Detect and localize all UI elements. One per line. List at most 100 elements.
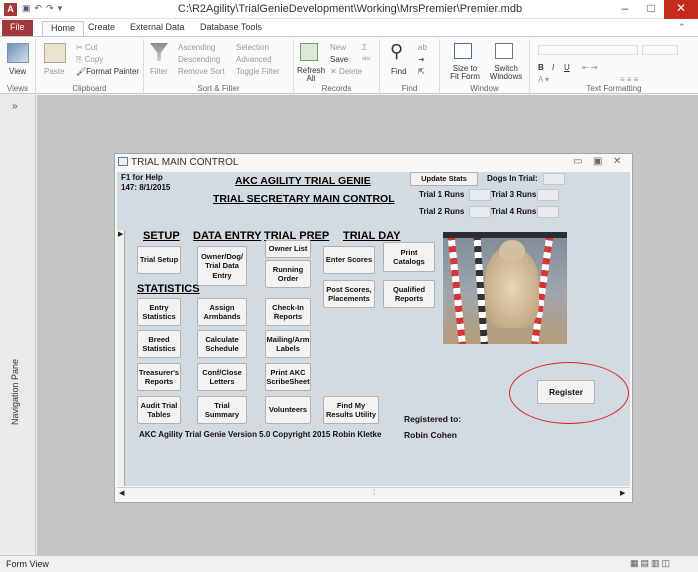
binoculars-icon[interactable]: ⚲ — [390, 41, 403, 62]
owner-dog-data-entry-button[interactable]: Owner/Dog/ Trial Data Entry — [197, 246, 247, 286]
volunteers-button[interactable]: Volunteers — [265, 396, 311, 424]
weave-pole-1 — [446, 232, 467, 344]
spelling-icon[interactable]: ᵃᵇᶜ — [362, 55, 371, 64]
replace-icon[interactable]: ab — [418, 43, 427, 52]
refresh-all-button[interactable]: Refresh All — [297, 67, 325, 83]
status-bar: Form View ▦▤▥◫ — [0, 555, 698, 572]
remove-sort-button[interactable]: Remove Sort — [178, 67, 225, 76]
indent-icon[interactable]: ⇤ ⇥ — [582, 63, 598, 72]
access-app-icon[interactable]: A — [4, 3, 17, 16]
cut-button[interactable]: ✂ Cut — [76, 43, 97, 52]
font-size-select[interactable] — [642, 45, 678, 55]
align-icons[interactable]: ≡ ≡ ≡ — [620, 75, 638, 84]
close-button[interactable]: ✕ — [664, 0, 698, 19]
selection-button[interactable]: Selection — [236, 43, 269, 52]
record-selector[interactable]: ▶ — [117, 230, 125, 486]
tab-file[interactable]: File — [2, 20, 33, 36]
switch-windows-button[interactable]: Switch Windows — [486, 65, 526, 81]
conf-close-letters-button[interactable]: Conf/Close Letters — [197, 363, 247, 391]
filter-button[interactable]: Filter — [150, 67, 168, 76]
print-catalogs-button[interactable]: Print Catalogs — [383, 242, 435, 272]
view-button[interactable]: View — [9, 67, 26, 76]
breed-statistics-button[interactable]: Breed Statistics — [137, 330, 181, 358]
collapse-ribbon-icon[interactable]: ⌃ — [678, 22, 686, 33]
copy-button[interactable]: ⎘ Copy — [76, 55, 103, 65]
size-to-fit-icon[interactable] — [454, 43, 472, 59]
help-label: F1 for Help — [121, 173, 163, 182]
scroll-thumb-grip[interactable]: ⁞ — [373, 488, 375, 497]
minimize-button[interactable]: – — [612, 0, 638, 19]
entry-statistics-button[interactable]: Entry Statistics — [137, 298, 181, 326]
tab-external-data[interactable]: External Data — [122, 21, 193, 36]
scroll-right-icon[interactable]: ▶ — [620, 489, 625, 497]
mailing-arm-labels-button[interactable]: Mailing/Arm Labels — [265, 330, 311, 358]
save-record-button[interactable]: Save — [330, 55, 348, 64]
trial-day-heading: TRIAL DAY — [343, 230, 401, 242]
trial4-label: Trial 4 Runs — [491, 207, 537, 216]
find-button[interactable]: Find — [391, 67, 407, 76]
italic-icon[interactable]: I — [552, 63, 554, 72]
font-name-select[interactable] — [538, 45, 638, 55]
advanced-button[interactable]: Advanced — [236, 55, 272, 64]
form-icon — [118, 157, 128, 166]
select-icon[interactable]: ⇱ — [418, 67, 425, 76]
format-painter-button[interactable]: 🖌Format Painter — [76, 67, 139, 76]
paste-button[interactable]: Paste — [44, 67, 64, 76]
switch-windows-icon[interactable] — [495, 43, 513, 59]
expand-nav-icon[interactable]: » — [12, 101, 18, 112]
undo-icon[interactable]: ↶ — [35, 3, 43, 16]
delete-record-button[interactable]: ✕ Delete — [330, 67, 362, 76]
view-status-label: Form View — [6, 559, 49, 569]
save-icon[interactable]: ▣ — [22, 3, 31, 16]
form-minimize-button[interactable]: ▭ — [573, 156, 582, 167]
maximize-button[interactable]: □ — [638, 0, 664, 19]
tab-home[interactable]: Home — [42, 21, 85, 36]
qualified-reports-button[interactable]: Qualified Reports — [383, 280, 435, 308]
enter-scores-button[interactable]: Enter Scores — [323, 246, 375, 274]
tab-create[interactable]: Create — [80, 21, 123, 36]
print-akc-scribesheet-button[interactable]: Print AKC ScribeSheet — [265, 363, 311, 391]
treasurers-reports-button[interactable]: Treasurer's Reports — [137, 363, 181, 391]
redo-icon[interactable]: ↷ — [46, 3, 54, 16]
trial3-label: Trial 3 Runs — [491, 190, 537, 199]
title-bar: A ▣ ↶ ↷ ▾ C:\R2Agility\TrialGenieDevelop… — [0, 0, 698, 19]
post-scores-placements-button[interactable]: Post Scores, Placements — [323, 280, 375, 308]
trial1-value — [469, 189, 491, 201]
owner-list-button[interactable]: Owner List — [265, 240, 311, 258]
bold-icon[interactable]: B — [538, 63, 544, 72]
underline-icon[interactable]: U — [564, 63, 570, 72]
toggle-filter-button[interactable]: Toggle Filter — [236, 67, 280, 76]
running-order-button[interactable]: Running Order — [265, 260, 311, 288]
size-to-fit-button[interactable]: Size to Fit Form — [448, 65, 482, 81]
horizontal-scrollbar[interactable]: ◀ ⁞ ▶ — [117, 487, 630, 500]
view-switcher-icons[interactable]: ▦▤▥◫ — [630, 558, 672, 569]
audit-trial-tables-button[interactable]: Audit Trial Tables — [137, 396, 181, 424]
customize-qat-icon[interactable]: ▾ — [58, 3, 63, 16]
trial-summary-button[interactable]: Trial Summary — [197, 396, 247, 424]
update-stats-button[interactable]: Update Stats — [410, 172, 478, 186]
navigation-pane[interactable]: » Navigation Pane — [0, 95, 36, 555]
trial-setup-button[interactable]: Trial Setup — [137, 246, 181, 274]
ascending-button[interactable]: Ascending — [178, 43, 215, 52]
view-icon[interactable] — [7, 43, 29, 63]
goto-icon[interactable]: ➜ — [418, 55, 425, 64]
find-my-results-button[interactable]: Find My Results Utility — [323, 396, 379, 424]
refresh-icon[interactable] — [300, 43, 318, 61]
delete-icon: ✕ — [330, 67, 339, 76]
check-in-reports-button[interactable]: Check-In Reports — [265, 298, 311, 326]
form-restore-button[interactable]: ▣ — [593, 156, 602, 167]
new-record-button[interactable]: New — [330, 43, 346, 52]
totals-icon[interactable]: Σ — [362, 43, 367, 52]
descending-button[interactable]: Descending — [178, 55, 220, 64]
paste-icon[interactable] — [44, 43, 66, 63]
scroll-left-icon[interactable]: ◀ — [119, 489, 124, 497]
assign-armbands-button[interactable]: Assign Armbands — [197, 298, 247, 326]
calculate-schedule-button[interactable]: Calculate Schedule — [197, 330, 247, 358]
form-close-button[interactable]: ✕ — [613, 156, 621, 167]
filter-icon[interactable] — [150, 43, 168, 61]
tab-database-tools[interactable]: Database Tools — [192, 21, 270, 36]
statistics-heading: STATISTICS — [137, 283, 200, 295]
dogs-in-trial-label: Dogs In Trial: — [487, 174, 538, 183]
quick-access-toolbar: ▣ ↶ ↷ ▾ — [22, 3, 82, 16]
font-color-icon[interactable]: A ▾ — [538, 75, 549, 84]
